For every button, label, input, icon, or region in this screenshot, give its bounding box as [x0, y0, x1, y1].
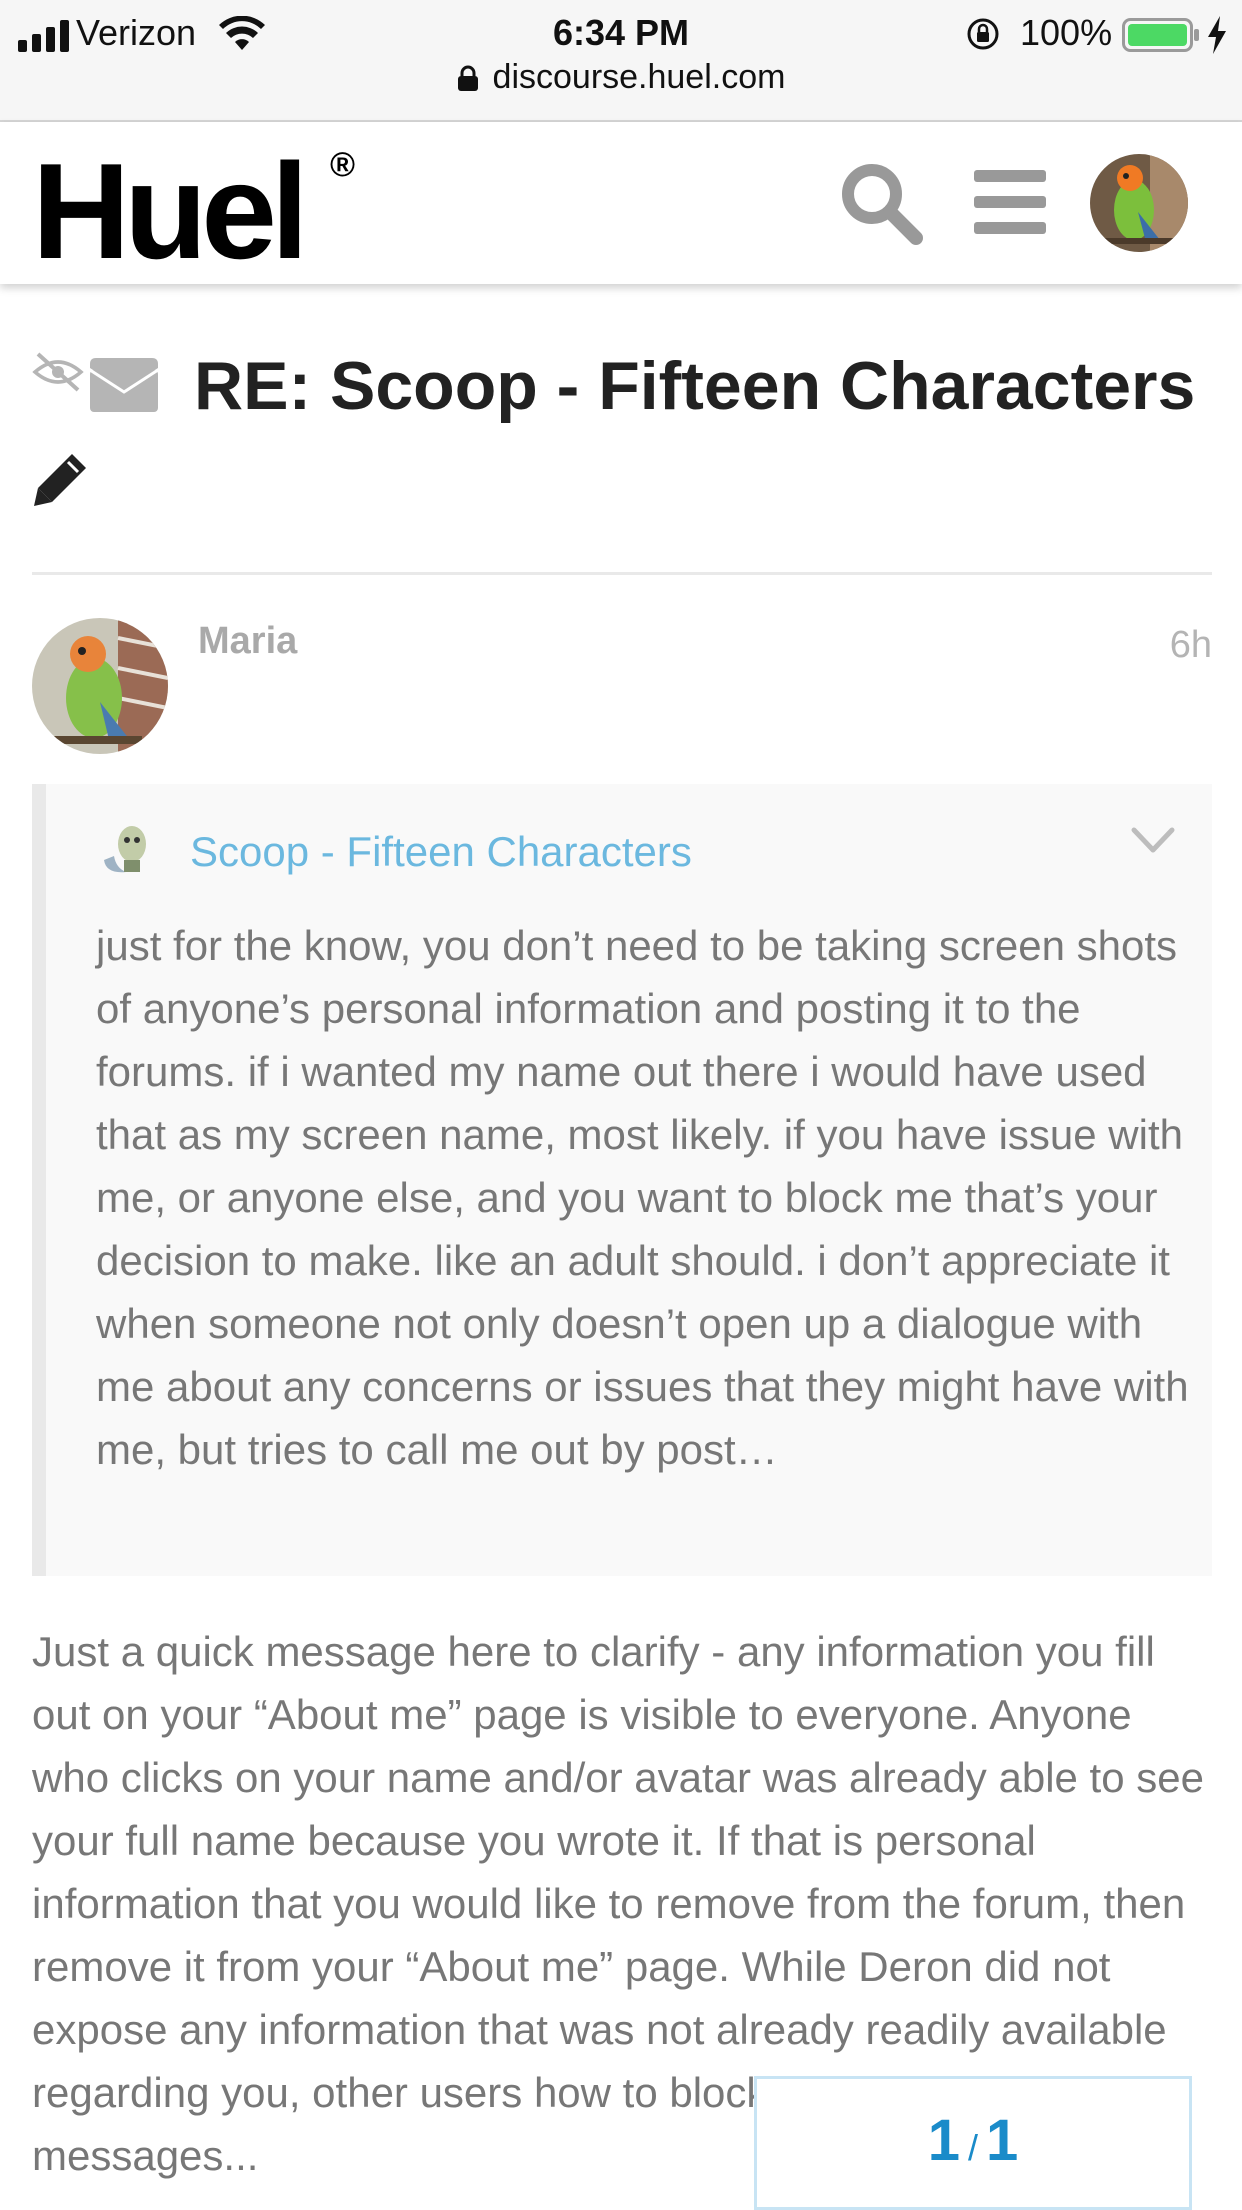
progress-total: 1: [986, 2108, 1019, 2173]
url-lock-icon: [457, 65, 478, 91]
url-text: discourse.huel.com: [492, 58, 786, 96]
envelope-icon: [90, 358, 158, 412]
user-avatar[interactable]: [1090, 154, 1188, 252]
quote-topic-link[interactable]: Scoop - Fifteen Characters: [190, 828, 692, 876]
charging-bolt-icon: [1208, 16, 1226, 54]
quote-text: just for the know, you don’t need to be …: [96, 922, 1189, 1473]
site-header: Huel ®: [0, 122, 1242, 286]
eye-off-icon: [32, 352, 84, 392]
chevron-down-icon[interactable]: [1130, 824, 1176, 858]
address-bar[interactable]: discourse.huel.com: [0, 58, 1242, 104]
status-bar: Verizon 6:34 PM 100% discourse.huel.com: [0, 0, 1242, 122]
topic-title[interactable]: RE: Scoop - Fifteen Characters: [194, 346, 1195, 426]
poster-username[interactable]: Maria: [198, 620, 297, 663]
pencil-icon[interactable]: [32, 450, 90, 508]
battery-percentage: 100%: [1020, 12, 1113, 53]
search-icon[interactable]: [836, 158, 926, 248]
site-logo[interactable]: Huel: [32, 136, 309, 286]
progress-counter: 1/1: [757, 2107, 1189, 2174]
title-divider: [32, 572, 1212, 575]
post-age[interactable]: 6h: [1170, 624, 1212, 667]
poster-avatar[interactable]: [32, 618, 168, 754]
hamburger-menu-icon[interactable]: [972, 166, 1048, 238]
topic-progress[interactable]: 1/1: [754, 2076, 1192, 2210]
battery-icon: [1122, 18, 1199, 52]
quote-author-avatar[interactable]: [96, 820, 154, 878]
progress-current: 1: [927, 2108, 960, 2173]
rotation-lock-icon: [967, 18, 999, 50]
quote-block: Scoop - Fifteen Characters just for the …: [32, 784, 1212, 1576]
registered-mark: ®: [330, 146, 356, 184]
progress-separator: /: [967, 2127, 978, 2168]
